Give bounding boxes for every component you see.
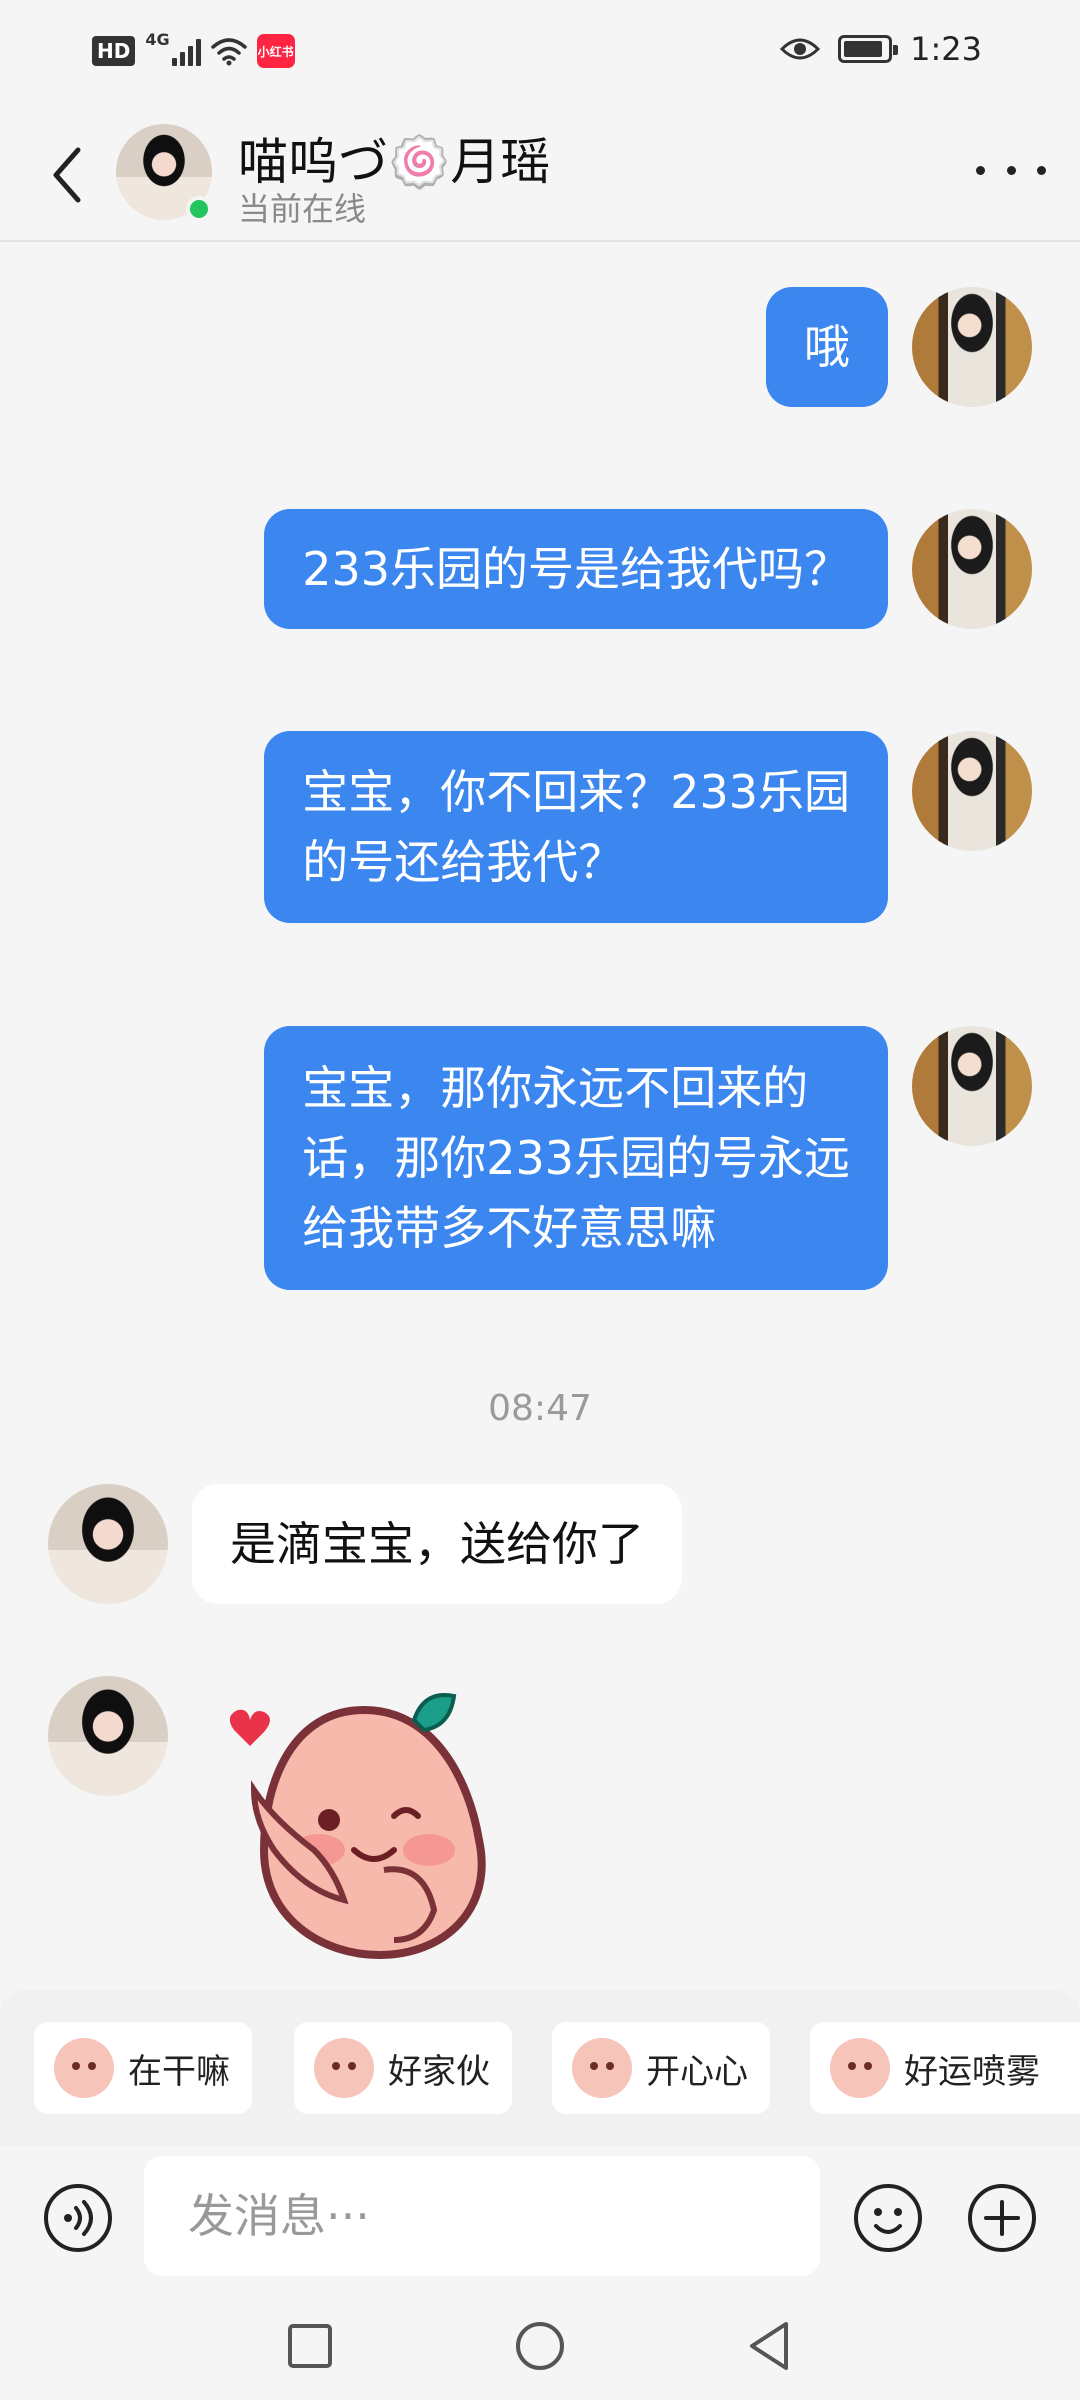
message-text: 哦 [804,320,850,374]
quick-reply-label: 好家伙 [388,2051,490,2092]
status-left: HD 4G 小红书 [92,30,295,68]
contact-avatar[interactable] [48,1676,168,1796]
quick-reply-label: 开心心 [646,2051,748,2092]
chat-header: 喵呜づ🍥月瑶 当前在线 [0,100,1080,242]
message-bubble-outgoing[interactable]: 233乐园的号是给我代吗？ [264,509,888,629]
dot-icon [1006,165,1016,175]
online-indicator [186,196,212,222]
sticker-icon [54,2038,114,2098]
input-bar [0,2146,1080,2290]
message-bubble-outgoing[interactable]: 宝宝，那你永远不回来的 话，那你233乐园的号永远 给我带多不好意思嘛 [264,1026,888,1290]
self-avatar[interactable] [912,287,1032,407]
wifi-icon [210,38,247,66]
contact-status: 当前在线 [238,190,367,228]
signal-icon [171,36,201,66]
message-text: 是滴宝宝，送给你了 [230,1517,644,1571]
quick-reply-chip[interactable]: 开心心 [552,2022,770,2114]
self-avatar[interactable] [912,509,1032,629]
message-bubble-outgoing[interactable]: 哦 [766,287,888,407]
chat-screen: HD 4G 小红书 1:23 喵呜づ🍥月瑶 当前在线 哦 233乐园的号是给我代… [0,0,1080,2400]
sticker-icon [830,2038,890,2098]
blushing-peach-sticker[interactable] [214,1670,514,1970]
more-options-button[interactable] [976,150,1046,190]
self-avatar[interactable] [912,731,1032,851]
back-nav-button[interactable] [740,2316,800,2376]
system-nav-bar [0,2290,1080,2400]
status-right: 1:23 [780,30,982,68]
message-timestamp: 08:47 [488,1388,592,1429]
clock: 1:23 [910,30,982,68]
sticker-icon [572,2038,632,2098]
sticker-icon [314,2038,374,2098]
quick-reply-label: 好运喷雾 [904,2051,1040,2092]
back-button[interactable] [40,140,100,210]
contact-avatar[interactable] [48,1484,168,1604]
message-bubble-outgoing[interactable]: 宝宝，你不回来？233乐园 的号还给我代？ [264,731,888,923]
quick-reply-chip[interactable]: 好家伙 [294,2022,512,2114]
message-text-line: 话，那你233乐园的号永远 [302,1131,850,1185]
quick-reply-bar: 在干嘛 好家伙 开心心 好运喷雾 [0,1990,1080,2146]
eye-icon [780,38,821,60]
message-text-line: 给我带多不好意思嘛 [302,1201,717,1255]
network-type: 4G [145,29,170,49]
dot-icon [976,165,985,175]
message-text-line: 宝宝，那你永远不回来的 [302,1061,809,1115]
emoji-button[interactable] [852,2182,924,2254]
message-text-line: 的号还给我代？ [302,835,625,889]
app-notification-icon: 小红书 [256,34,295,68]
battery-icon [838,35,899,63]
hd-badge: HD [92,36,136,66]
home-button[interactable] [510,2316,570,2376]
message-text: 233乐园的号是给我代吗？ [302,542,850,596]
dot-icon [1037,165,1046,175]
self-avatar[interactable] [912,1026,1032,1146]
voice-input-button[interactable] [42,2182,114,2254]
message-input[interactable] [144,2156,820,2276]
quick-reply-chip[interactable]: 好运喷雾 [810,2022,1080,2114]
quick-reply-label: 在干嘛 [128,2051,230,2092]
status-bar: HD 4G 小红书 1:23 [0,0,1080,100]
message-text-line: 宝宝，你不回来？233乐园 [302,765,850,819]
recent-apps-button[interactable] [280,2316,340,2376]
quick-reply-chip[interactable]: 在干嘛 [34,2022,252,2114]
more-actions-plus-button[interactable] [966,2182,1038,2254]
message-bubble-incoming[interactable]: 是滴宝宝，送给你了 [192,1484,682,1604]
battery-fill [844,41,882,57]
